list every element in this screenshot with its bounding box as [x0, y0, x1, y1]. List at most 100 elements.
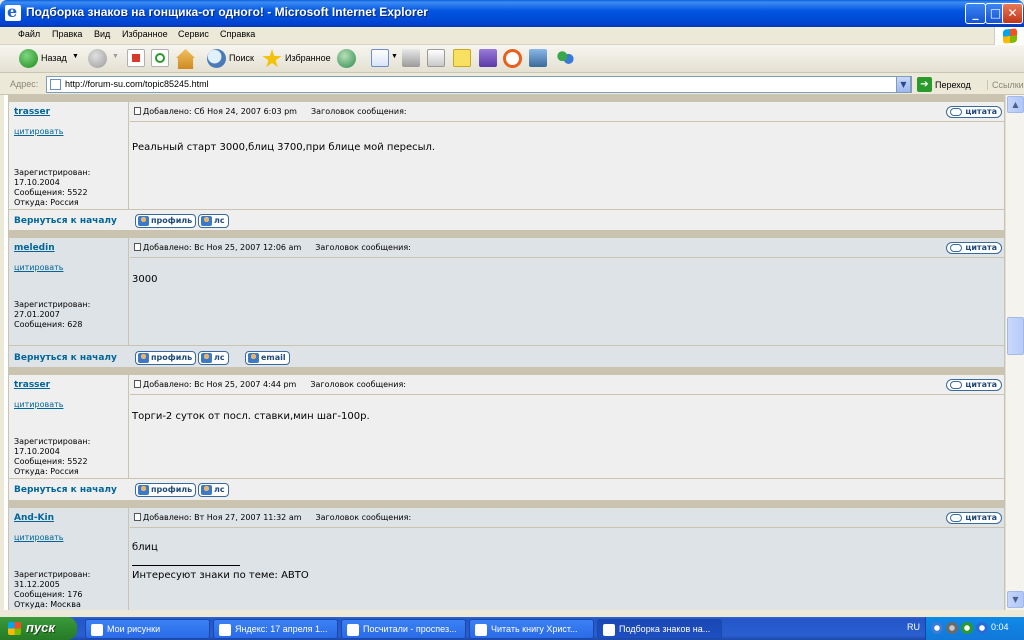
mail-icon[interactable] — [371, 49, 389, 67]
search-label[interactable]: Поиск — [229, 53, 254, 63]
quote-link[interactable]: цитировать — [14, 263, 63, 272]
minimize-button[interactable]: _ — [965, 3, 986, 24]
ie-icon — [5, 2, 21, 21]
forum-post: trasser цитировать Зарегистрирован: 17.1… — [8, 368, 1005, 501]
signature-divider — [132, 565, 240, 566]
links-button[interactable]: Ссылки — [987, 80, 1024, 90]
task-poschitali[interactable]: Посчитали - проспез... — [341, 619, 466, 639]
pm-icon — [201, 216, 212, 226]
task-read-book[interactable]: Читать книгу Христ... — [469, 619, 594, 639]
forum-post: And-Kin цитировать Зарегистрирован: 31.1… — [8, 501, 1005, 610]
taskbar: пуск Мои рисунки Яндекс: 17 апреля 1... … — [0, 617, 1024, 640]
volume-icon[interactable] — [946, 622, 958, 634]
back-dropdown-icon[interactable]: ▼ — [72, 53, 79, 60]
edit-icon[interactable] — [427, 49, 445, 67]
title-bar[interactable]: Подборка знаков на гонщика-от одного! - … — [0, 0, 1024, 27]
author-name[interactable]: meledin — [14, 243, 55, 253]
scroll-up-icon[interactable]: ▲ — [1007, 96, 1024, 113]
msn-icon[interactable] — [556, 49, 574, 67]
menu-tools[interactable]: Сервис — [178, 29, 209, 39]
history-icon[interactable] — [337, 49, 356, 68]
post-footer: Вернуться к началу профиль лс — [9, 209, 1004, 231]
post-header: Добавлено: Вс Ноя 25, 2007 4:44 pm Заголо… — [134, 380, 406, 389]
quote-button[interactable]: цитата — [946, 512, 1002, 524]
security-icon[interactable] — [961, 622, 973, 634]
pm-button[interactable]: лс — [198, 351, 229, 365]
quote-link[interactable]: цитировать — [14, 127, 63, 136]
search-icon[interactable] — [207, 49, 226, 68]
update-icon[interactable] — [976, 622, 988, 634]
scroll-down-icon[interactable]: ▼ — [1007, 591, 1024, 608]
favorites-star-icon[interactable] — [262, 49, 282, 68]
back-to-top-link[interactable]: Вернуться к началу — [14, 216, 117, 226]
menu-edit[interactable]: Правка — [52, 29, 82, 39]
post-signature: Интересуют знаки по теме: АВТО — [132, 570, 309, 581]
network-icon[interactable] — [931, 622, 943, 634]
vertical-scrollbar[interactable]: ▲ ▼ — [1005, 95, 1024, 610]
home-icon[interactable] — [176, 49, 195, 69]
address-label: Адрес: — [10, 79, 39, 89]
profile-button[interactable]: профиль — [135, 214, 197, 228]
post-body: Торги-2 суток от посл. ставки,мин шаг-10… — [132, 411, 370, 422]
menu-favorites[interactable]: Избранное — [122, 29, 168, 39]
post-doc-icon — [134, 380, 141, 388]
message-column: Добавлено: Вт Ноя 27, 2007 11:32 am Загол… — [130, 508, 1004, 610]
profile-button[interactable]: профиль — [135, 351, 197, 365]
back-label[interactable]: Назад — [41, 53, 67, 63]
quote-button[interactable]: цитата — [946, 106, 1002, 118]
email-button[interactable]: email — [245, 351, 290, 365]
address-input[interactable]: http://forum-su.com/topic85245.html — [46, 76, 912, 93]
address-url[interactable]: http://forum-su.com/topic85245.html — [65, 79, 209, 89]
refresh-icon[interactable] — [151, 49, 169, 67]
go-button[interactable]: Переход — [935, 80, 971, 90]
post-doc-icon — [134, 513, 141, 521]
menu-view[interactable]: Вид — [94, 29, 110, 39]
pm-button[interactable]: лс — [198, 483, 229, 497]
profile-button[interactable]: профиль — [135, 483, 197, 497]
quote-button[interactable]: цитата — [946, 379, 1002, 391]
profile-icon — [138, 485, 149, 495]
favorites-label[interactable]: Избранное — [285, 53, 331, 63]
task-my-pictures[interactable]: Мои рисунки — [85, 619, 210, 639]
back-to-top-link[interactable]: Вернуться к началу — [14, 485, 117, 495]
mail-dropdown-icon[interactable]: ▼ — [391, 53, 398, 60]
ie-page-icon — [603, 624, 615, 636]
post-body: 3000 — [132, 274, 158, 285]
research-icon[interactable] — [529, 49, 547, 67]
quote-link[interactable]: цитировать — [14, 400, 63, 409]
quote-button[interactable]: цитата — [946, 242, 1002, 254]
back-arrow-icon[interactable] — [19, 49, 38, 68]
address-dropdown-icon[interactable]: ▼ — [896, 76, 911, 93]
back-to-top-link[interactable]: Вернуться к началу — [14, 353, 117, 363]
email-at-icon[interactable] — [503, 49, 522, 68]
language-indicator[interactable]: RU — [907, 622, 920, 632]
address-bar: Адрес: http://forum-su.com/topic85245.ht… — [0, 73, 1024, 95]
scroll-thumb[interactable] — [1007, 317, 1024, 355]
quote-bubble-icon — [950, 108, 963, 116]
pm-button[interactable]: лс — [198, 214, 229, 228]
go-arrow-icon[interactable]: ➔ — [917, 77, 932, 92]
forward-arrow-icon[interactable] — [88, 49, 107, 68]
stop-icon[interactable] — [127, 49, 145, 67]
close-button[interactable]: ✕ — [1002, 3, 1023, 24]
messenger-icon[interactable] — [479, 49, 497, 67]
post-footer: Вернуться к началу профиль лс email — [9, 345, 1004, 368]
author-column: And-Kin цитировать Зарегистрирован: 31.1… — [9, 508, 129, 610]
system-tray — [925, 617, 1024, 640]
author-meta: Зарегистрирован: 31.12.2005 Сообщения: 1… — [14, 570, 91, 609]
discuss-icon[interactable] — [453, 49, 471, 67]
forward-dropdown-icon[interactable]: ▼ — [112, 53, 119, 60]
task-yandex[interactable]: Яндекс: 17 апреля 1... — [213, 619, 338, 639]
task-podborka-active[interactable]: Подборка знаков на... — [597, 619, 722, 639]
menu-help[interactable]: Справка — [220, 29, 255, 39]
author-name[interactable]: And-Kin — [14, 513, 54, 523]
quote-link[interactable]: цитировать — [14, 533, 63, 542]
quote-bubble-icon — [950, 381, 963, 389]
start-button[interactable]: пуск — [0, 617, 77, 640]
clock: 0:04 — [991, 622, 1009, 632]
author-name[interactable]: trasser — [14, 107, 50, 117]
author-name[interactable]: trasser — [14, 380, 50, 390]
print-icon[interactable] — [402, 49, 420, 67]
quote-bubble-icon — [950, 514, 963, 522]
menu-file[interactable]: Файл — [18, 29, 40, 39]
